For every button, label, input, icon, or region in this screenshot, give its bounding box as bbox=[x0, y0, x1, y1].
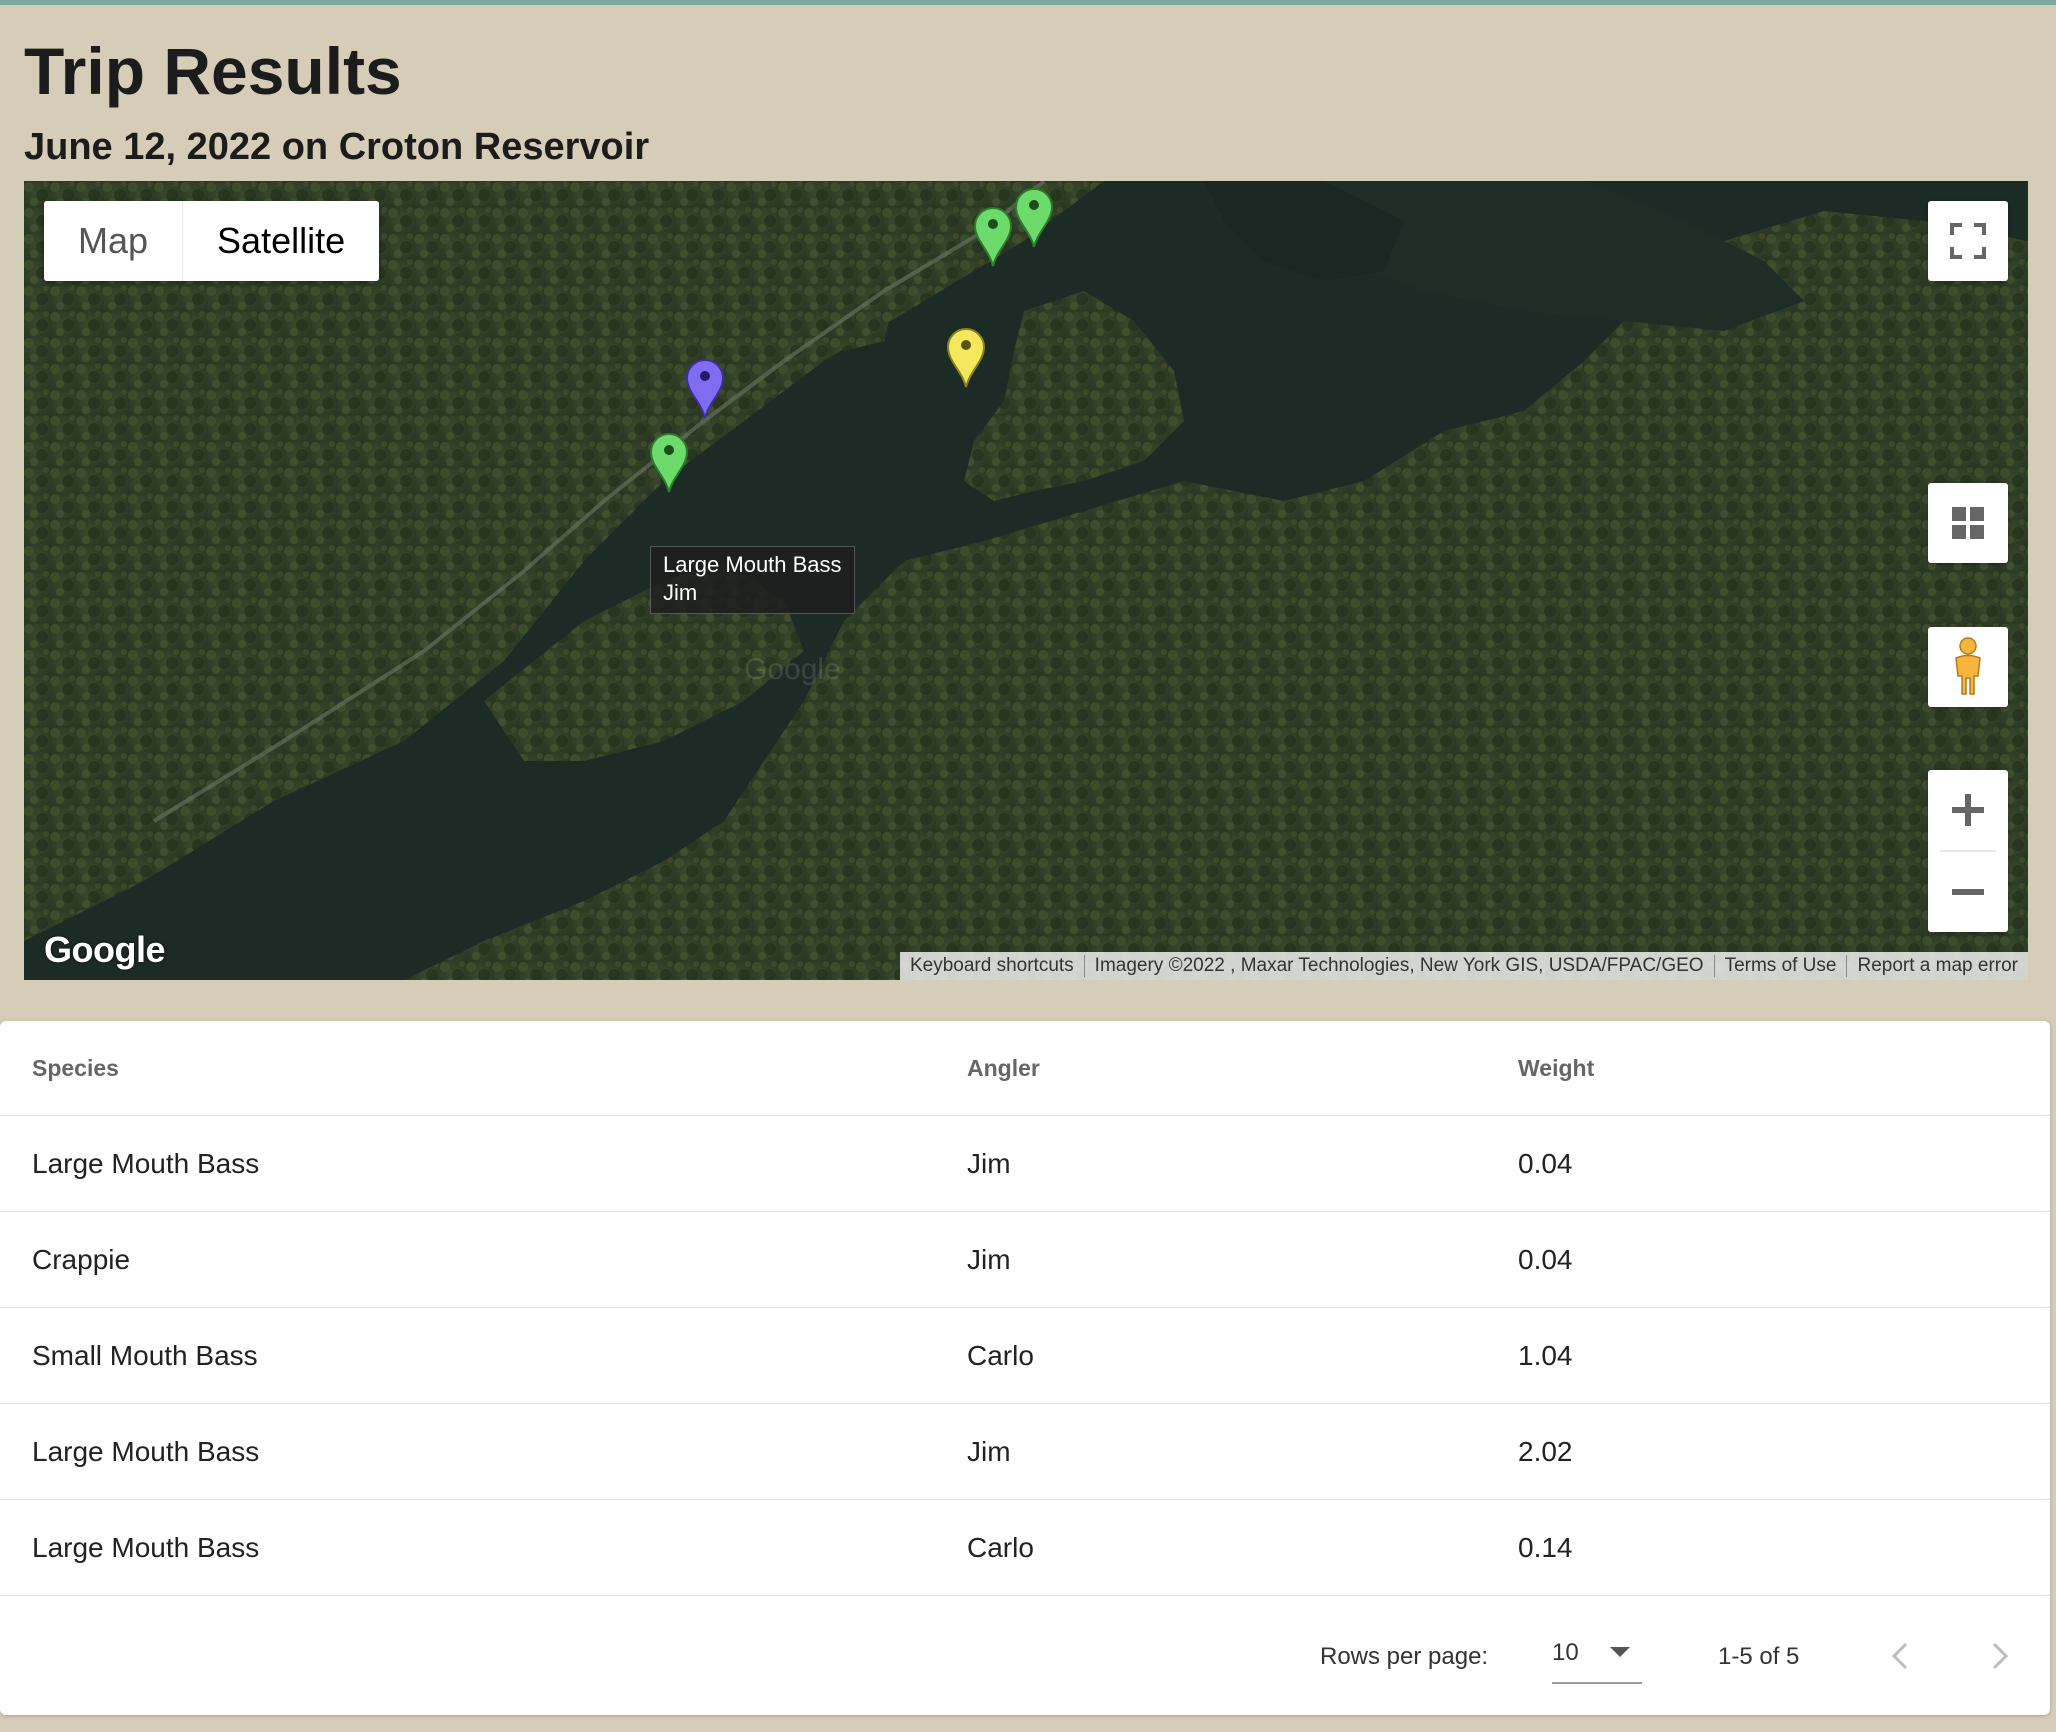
zoom-in-button[interactable] bbox=[1928, 770, 2008, 850]
table-row[interactable]: Small Mouth Bass Carlo 1.04 bbox=[0, 1308, 2050, 1404]
table-row[interactable]: Large Mouth Bass Jim 0.04 bbox=[0, 1116, 2050, 1212]
catch-table: Species Angler Weight Large Mouth Bass J… bbox=[0, 1021, 2050, 1715]
map-attribution-bar: Keyboard shortcuts Imagery ©2022 , Maxar… bbox=[899, 952, 2028, 980]
top-accent-strip bbox=[0, 0, 2056, 5]
fullscreen-button[interactable] bbox=[1928, 201, 2008, 281]
google-logo: Google bbox=[44, 929, 166, 970]
minus-icon bbox=[1952, 889, 1984, 895]
cell-angler: Jim bbox=[967, 1147, 1011, 1179]
cell-species: Small Mouth Bass bbox=[32, 1339, 258, 1371]
cell-angler: Carlo bbox=[967, 1531, 1034, 1563]
caret-down-icon bbox=[1610, 1647, 1630, 1657]
keyboard-shortcuts-link[interactable]: Keyboard shortcuts bbox=[900, 955, 1084, 977]
rows-per-page-select[interactable]: 10 bbox=[1552, 1624, 1642, 1684]
marker-tooltip: Large Mouth Bass Jim bbox=[650, 546, 855, 614]
satellite-imagery: Google bbox=[24, 181, 2028, 980]
cell-weight: 2.02 bbox=[1518, 1435, 1573, 1467]
column-header-weight[interactable]: Weight bbox=[1518, 1021, 1594, 1115]
chevron-left-icon bbox=[1891, 1642, 1908, 1670]
cell-species: Large Mouth Bass bbox=[32, 1147, 260, 1179]
plus-icon bbox=[1952, 794, 1984, 826]
terms-of-use-link[interactable]: Terms of Use bbox=[1713, 955, 1847, 977]
street-view-button[interactable] bbox=[1928, 627, 2008, 707]
tooltip-angler: Jim bbox=[663, 580, 698, 605]
cell-weight: 0.14 bbox=[1518, 1531, 1573, 1563]
cell-weight: 0.04 bbox=[1518, 1147, 1573, 1179]
report-map-error-link[interactable]: Report a map error bbox=[1846, 955, 2028, 977]
table-row[interactable]: Crappie Jim 0.04 bbox=[0, 1212, 2050, 1308]
cell-angler: Carlo bbox=[967, 1339, 1034, 1371]
pegman-icon bbox=[1955, 637, 1981, 695]
cell-weight: 1.04 bbox=[1518, 1339, 1573, 1371]
column-header-angler[interactable]: Angler bbox=[967, 1021, 1040, 1115]
grid-icon bbox=[1952, 507, 1984, 539]
next-page-button[interactable] bbox=[1980, 1636, 2020, 1676]
page-title: Trip Results bbox=[24, 34, 402, 108]
cell-angler: Jim bbox=[967, 1243, 1011, 1275]
fullscreen-icon bbox=[1950, 223, 1986, 259]
cell-angler: Jim bbox=[967, 1435, 1011, 1467]
previous-page-button[interactable] bbox=[1880, 1636, 1920, 1676]
cell-weight: 0.04 bbox=[1518, 1243, 1573, 1275]
table-row[interactable]: Large Mouth Bass Jim 2.02 bbox=[0, 1404, 2050, 1500]
trip-subtitle: June 12, 2022 on Croton Reservoir bbox=[24, 126, 650, 168]
imagery-attribution: Imagery ©2022 , Maxar Technologies, New … bbox=[1083, 955, 1714, 977]
chevron-right-icon bbox=[1992, 1642, 2009, 1670]
table-pagination: Rows per page: 10 1-5 of 5 bbox=[0, 1598, 2050, 1715]
cell-species: Crappie bbox=[32, 1243, 131, 1275]
zoom-control bbox=[1928, 770, 2008, 932]
cell-species: Large Mouth Bass bbox=[32, 1435, 260, 1467]
map-watermark: Google bbox=[744, 653, 841, 686]
tooltip-species: Large Mouth Bass bbox=[663, 552, 842, 577]
map-type-satellite-button[interactable]: Satellite bbox=[182, 201, 380, 281]
zoom-out-button[interactable] bbox=[1928, 852, 2008, 932]
map-type-control: Map Satellite bbox=[44, 201, 380, 281]
column-header-species[interactable]: Species bbox=[32, 1021, 119, 1115]
satellite-map[interactable]: Google Map Satellite Large Mouth Bass Ji… bbox=[24, 181, 2028, 980]
cell-species: Large Mouth Bass bbox=[32, 1531, 260, 1563]
table-header: Species Angler Weight bbox=[0, 1021, 2050, 1116]
map-layers-button[interactable] bbox=[1928, 483, 2008, 563]
rows-per-page-label: Rows per page: bbox=[1320, 1642, 1489, 1670]
pagination-range: 1-5 of 5 bbox=[1718, 1642, 1800, 1670]
rows-per-page-value: 10 bbox=[1552, 1639, 1579, 1666]
map-type-map-button[interactable]: Map bbox=[44, 201, 183, 281]
table-row[interactable]: Large Mouth Bass Carlo 0.14 bbox=[0, 1500, 2050, 1596]
